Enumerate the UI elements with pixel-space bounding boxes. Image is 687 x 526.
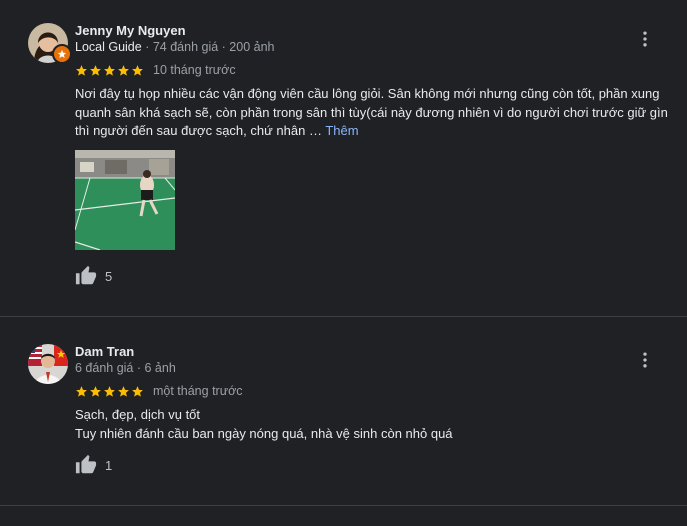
- star-icon: [131, 64, 144, 77]
- badminton-court-photo: [75, 150, 175, 250]
- local-guide-badge: [52, 44, 72, 64]
- review-time: một tháng trước: [153, 384, 243, 398]
- star-icon: [75, 64, 88, 77]
- star-icon: [131, 385, 144, 398]
- local-guide-label: Local Guide: [75, 40, 142, 54]
- review-text: Sạch, đẹp, dịch vụ tốt Tuy nhiên đánh cầ…: [75, 406, 675, 443]
- review-time: 10 tháng trước: [153, 63, 236, 77]
- author-meta: Local Guide · 74 đánh giá · 200 ảnh: [75, 40, 274, 54]
- local-guide-star-icon: [57, 49, 67, 58]
- avatar[interactable]: [28, 344, 68, 384]
- rating-row: 10 tháng trước: [75, 63, 236, 77]
- star-icon: [117, 385, 130, 398]
- review-card: Jenny My Nguyen Local Guide · 74 đánh gi…: [0, 0, 687, 316]
- like-count: 5: [105, 268, 113, 284]
- star-rating: [75, 64, 144, 77]
- review-photo[interactable]: [75, 150, 175, 250]
- author-name[interactable]: Dam Tran: [75, 344, 134, 359]
- star-icon: [117, 64, 130, 77]
- review-text: Nơi đây tụ họp nhiều các vận động viên c…: [75, 85, 675, 141]
- star-icon: [103, 385, 116, 398]
- thumbs-up-icon: [75, 265, 97, 287]
- review-text-line: thì người đến sau được sạch, chứ nhân …: [75, 123, 322, 138]
- more-vert-icon: [635, 29, 655, 49]
- review-text-line: Tuy nhiên đánh cầu ban ngày nóng quá, nh…: [75, 425, 453, 441]
- review-text-line: Nơi đây tụ họp nhiều các vận động viên c…: [75, 86, 660, 101]
- thumbs-up-icon: [75, 454, 97, 476]
- author-stats: · 74 đánh giá · 200 ảnh: [145, 40, 275, 54]
- like-button[interactable]: 5: [75, 265, 112, 287]
- star-icon: [89, 385, 102, 398]
- star-icon: [103, 64, 116, 77]
- review-card: Dam Tran 6 đánh giá · 6 ảnh một tháng tr…: [0, 317, 687, 505]
- rating-row: một tháng trước: [75, 384, 243, 398]
- more-options-button[interactable]: [633, 27, 657, 51]
- review-text-line: quanh sân khá sạch sẽ, còn phần trong sâ…: [75, 104, 668, 120]
- more-link[interactable]: Thêm: [325, 123, 358, 138]
- star-icon: [89, 64, 102, 77]
- star-icon: [75, 385, 88, 398]
- author-stats: 6 đánh giá · 6 ảnh: [75, 361, 176, 375]
- star-rating: [75, 385, 144, 398]
- divider: [0, 505, 687, 506]
- like-button[interactable]: 1: [75, 454, 112, 476]
- review-text-line: Sạch, đẹp, dịch vụ tốt: [75, 407, 201, 422]
- man-avatar-with-flags-icon: [28, 344, 68, 384]
- author-name[interactable]: Jenny My Nguyen: [75, 23, 186, 38]
- like-count: 1: [105, 457, 113, 473]
- more-vert-icon: [635, 350, 655, 370]
- review-text-line-last: thì người đến sau được sạch, chứ nhân … …: [75, 122, 675, 141]
- more-options-button[interactable]: [633, 348, 657, 372]
